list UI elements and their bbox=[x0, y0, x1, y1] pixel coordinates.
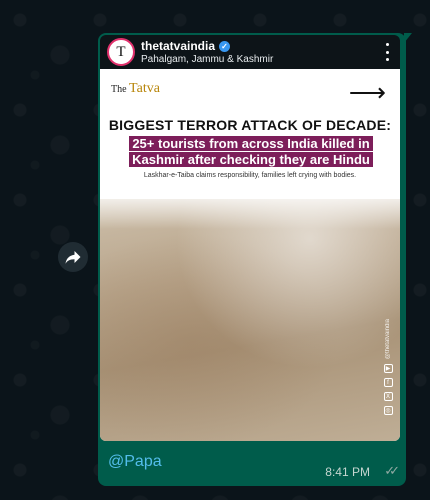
headline: BIGGEST TERROR ATTACK OF DECADE: bbox=[108, 117, 392, 133]
social-icons-strip: @thetatvaindia ▶ f X ◎ bbox=[382, 319, 394, 416]
forward-icon bbox=[65, 251, 81, 264]
logo-main: Tatva bbox=[129, 81, 160, 96]
media-caption: Laskhar-e-Taiba claims responsibility, f… bbox=[143, 172, 357, 179]
post-username[interactable]: thetatvaindia bbox=[141, 39, 215, 53]
more-vertical-icon[interactable] bbox=[382, 43, 392, 61]
youtube-icon: ▶ bbox=[383, 364, 393, 374]
avatar-letter: T bbox=[116, 43, 126, 60]
sub-headline-line-2: Kashmir after checking they are Hindu bbox=[129, 152, 373, 167]
message-time: 8:41 PM bbox=[325, 465, 370, 479]
message-bubble[interactable]: T thetatvaindia ✓ Pahalgam, Jammu & Kash… bbox=[98, 33, 412, 486]
bubble-tail bbox=[404, 33, 412, 43]
shared-post-header[interactable]: T thetatvaindia ✓ Pahalgam, Jammu & Kash… bbox=[100, 35, 400, 69]
verified-badge-icon: ✓ bbox=[219, 40, 231, 52]
logo-prefix: The bbox=[111, 84, 127, 95]
side-handle: @thetatvaindia bbox=[385, 319, 391, 360]
post-location[interactable]: Pahalgam, Jammu & Kashmir bbox=[141, 54, 273, 65]
x-icon: X bbox=[383, 392, 393, 402]
instagram-icon: ◎ bbox=[383, 406, 393, 416]
message-text[interactable]: @Papa bbox=[108, 453, 162, 471]
avatar[interactable]: T bbox=[107, 38, 135, 66]
media-header-card: The Tatva ⟶ BIGGEST TERROR ATTACK OF DEC… bbox=[100, 69, 400, 199]
video-frame[interactable] bbox=[100, 189, 400, 441]
post-media[interactable]: The Tatva ⟶ BIGGEST TERROR ATTACK OF DEC… bbox=[100, 69, 400, 441]
sub-headline: 25+ tourists from across India killed in… bbox=[117, 136, 385, 168]
facebook-icon: f bbox=[383, 378, 393, 388]
forward-button[interactable] bbox=[58, 242, 88, 272]
arrow-right-icon: ⟶ bbox=[348, 77, 386, 107]
post-username-row[interactable]: thetatvaindia ✓ bbox=[141, 39, 231, 53]
double-check-icon: ✓✓ bbox=[384, 463, 400, 478]
tatva-logo: The Tatva bbox=[111, 81, 160, 97]
sub-headline-line-1: 25+ tourists from across India killed in bbox=[129, 136, 373, 151]
